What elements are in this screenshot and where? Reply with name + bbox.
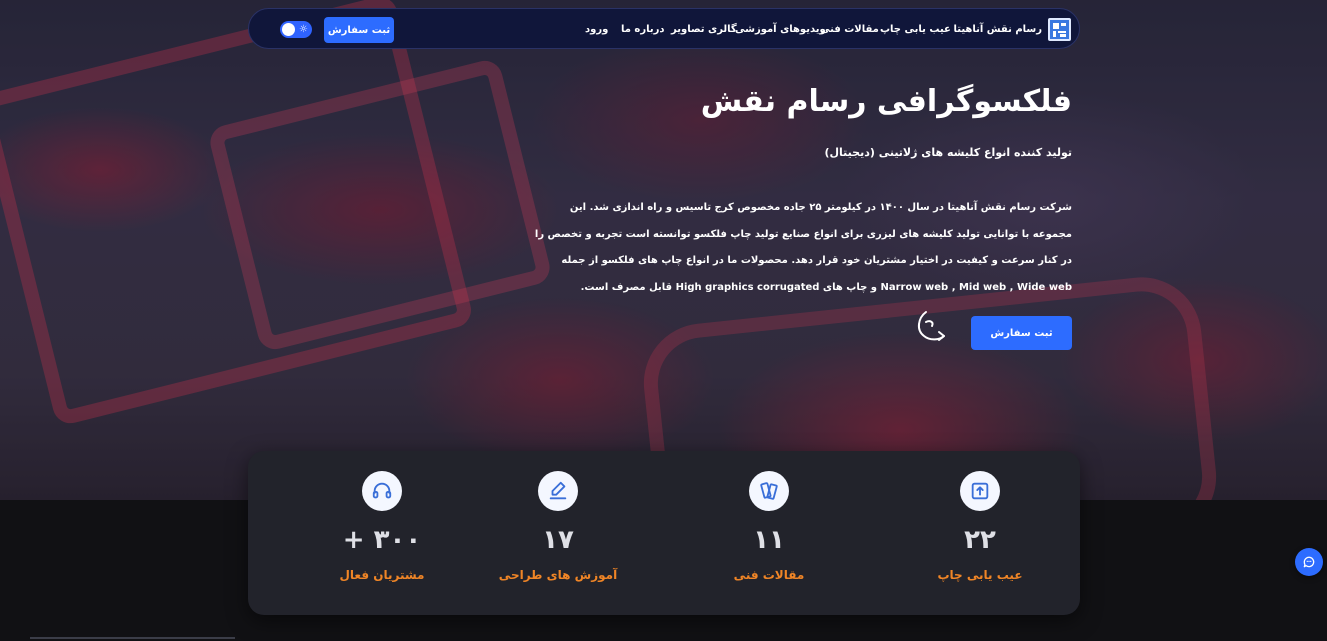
- hero-title: فلکسوگرافی رسام نقش: [700, 84, 1072, 119]
- nav-link-videos[interactable]: ویدیوهای آموزشی: [735, 23, 826, 36]
- stat-number: ۳۰۰ +: [342, 525, 422, 555]
- stat-design-tutorials: ۱۷ آموزش های طراحی: [468, 451, 648, 615]
- stats-card: ۳۰۰ + مشتریان فعال ۱۷ آموزش های طراحی ۱۱…: [248, 451, 1080, 615]
- sun-icon: ☼: [299, 24, 308, 35]
- brand[interactable]: رسام نقش آناهیتا: [953, 17, 1071, 42]
- stat-number: ۱۱: [753, 525, 785, 555]
- toggle-knob: [282, 23, 295, 36]
- footer-divider: [30, 637, 235, 639]
- stat-number: ۲۲: [964, 525, 996, 555]
- brand-name: رسام نقش آناهیتا: [953, 24, 1042, 35]
- nav-link-articles[interactable]: مقالات فنی: [820, 23, 879, 36]
- stat-label: عیب یابی چاپ: [937, 568, 1023, 582]
- nav-link-gallery[interactable]: گالری تصاویر: [671, 23, 737, 36]
- hero-subtitle: تولید کننده انواع کلیشه های ژلاتینی (دیج…: [824, 146, 1072, 159]
- logo-icon: [1048, 18, 1071, 41]
- headset-icon: [362, 471, 402, 511]
- nav-link-login[interactable]: ورود: [585, 23, 608, 36]
- design-pen-icon: [538, 471, 578, 511]
- theme-toggle[interactable]: ☼: [280, 21, 312, 38]
- hero-description: شرکت رسام نقش آناهیتا در سال ۱۴۰۰ در کیل…: [534, 202, 1072, 293]
- hero-order-button[interactable]: ثبت سفارش: [971, 316, 1072, 350]
- navbar: ☼ ثبت سفارش ورود درباره ما گالری تصاویر …: [248, 8, 1080, 49]
- stat-label: مشتریان فعال: [339, 568, 425, 582]
- articles-icon: [749, 471, 789, 511]
- nav-link-about[interactable]: درباره ما: [621, 23, 665, 36]
- stat-number: ۱۷: [542, 525, 574, 555]
- stat-label: مقالات فنی: [733, 568, 805, 582]
- nav-order-button[interactable]: ثبت سفارش: [324, 17, 394, 43]
- stat-active-customers: ۳۰۰ + مشتریان فعال: [292, 451, 472, 615]
- curl-arrow-icon: [918, 311, 945, 341]
- chat-icon[interactable]: [1295, 548, 1323, 576]
- upload-file-icon: [960, 471, 1000, 511]
- stat-print-troubleshooting: ۲۲ عیب یابی چاپ: [890, 451, 1070, 615]
- stat-label: آموزش های طراحی: [498, 568, 618, 582]
- nav-link-troubleshoot[interactable]: عیب یابی چاپ: [880, 23, 951, 36]
- stat-technical-articles: ۱۱ مقالات فنی: [679, 451, 859, 615]
